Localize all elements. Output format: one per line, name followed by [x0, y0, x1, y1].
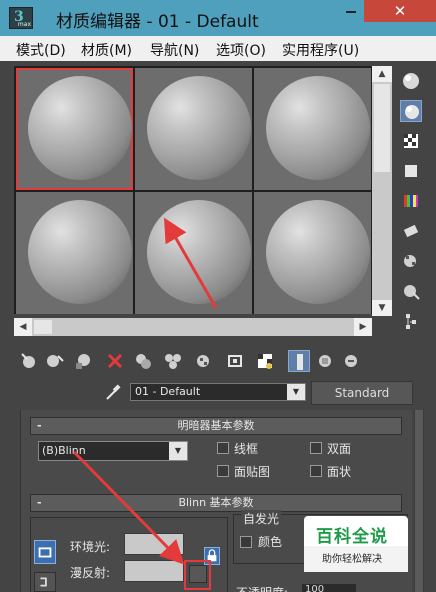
put-to-library-icon[interactable]	[192, 350, 214, 372]
sample-slot-3[interactable]	[254, 68, 371, 190]
material-sphere	[28, 76, 132, 180]
menu-bar: 模式(D) 材质(M) 导航(N) 选项(O) 实用程序(U)	[0, 36, 436, 61]
blinn-basic-params-rollout[interactable]: - Blinn 基本参数	[30, 494, 402, 512]
scroll-thumb[interactable]	[374, 84, 390, 172]
eyedropper-icon[interactable]	[104, 382, 122, 402]
backlight-icon[interactable]	[400, 100, 422, 122]
watermark-title: 百科全说	[316, 527, 388, 547]
scroll-left-icon[interactable]: ◀	[14, 318, 32, 336]
scroll-right-icon[interactable]: ▶	[354, 318, 372, 336]
close-button[interactable]: ✕	[364, 0, 436, 22]
slots-vertical-scrollbar[interactable]: ▲ ▼	[372, 66, 392, 316]
self-illumination-label: 自发光	[241, 510, 282, 527]
go-forward-to-sibling-icon[interactable]	[340, 350, 362, 372]
window-title: 材质编辑器 - 01 - Default	[56, 12, 259, 32]
two-sided-checkbox[interactable]	[310, 442, 322, 454]
chevron-down-icon[interactable]: ▼	[287, 384, 305, 400]
panel-scrollbar[interactable]	[414, 410, 424, 592]
ambient-color-swatch[interactable]	[124, 533, 184, 555]
background-checker-icon[interactable]	[400, 130, 422, 152]
two-sided-label: 双面	[327, 442, 352, 456]
annotation-highlight-box	[184, 560, 211, 590]
opacity-spinner[interactable]: 100	[302, 584, 356, 592]
watermark-logo: 百科全说 助你轻松解决	[304, 516, 408, 572]
sample-slot-2[interactable]	[135, 68, 252, 190]
sample-slot-5[interactable]	[135, 192, 252, 314]
menu-options[interactable]: 选项(O)	[216, 40, 266, 60]
material-type-button[interactable]: Standard	[311, 381, 413, 405]
wireframe-checkbox[interactable]	[217, 442, 229, 454]
sample-uv-tiling-icon[interactable]	[400, 160, 422, 182]
shader-type-dropdown[interactable]: (B)Blinn ▼	[38, 441, 188, 461]
reset-map-icon[interactable]	[104, 350, 126, 372]
sample-slot-4[interactable]	[16, 192, 133, 314]
self-illumination-color-checkbox[interactable]	[240, 536, 252, 548]
sample-type-sphere-icon[interactable]	[400, 70, 422, 92]
rollout-title: 明暗器基本参数	[177, 419, 255, 432]
put-material-to-scene-icon[interactable]	[44, 350, 66, 372]
get-material-icon[interactable]	[18, 350, 40, 372]
select-by-material-icon[interactable]	[400, 280, 422, 302]
app-logo-sub: max	[17, 21, 31, 28]
material-sphere	[147, 76, 251, 180]
ambient-label: 环境光:	[70, 540, 111, 554]
slots-horizontal-scrollbar[interactable]: ◀ ▶	[14, 318, 372, 336]
show-end-result-icon[interactable]	[288, 350, 310, 372]
menu-utilities[interactable]: 实用程序(U)	[282, 40, 359, 60]
material-sphere	[147, 200, 251, 304]
faceted-checkbox[interactable]	[310, 465, 322, 477]
scroll-thumb[interactable]	[415, 410, 423, 592]
minimize-button[interactable]	[338, 0, 364, 22]
assign-material-to-selection-icon[interactable]	[72, 350, 94, 372]
collapse-icon[interactable]: -	[37, 495, 42, 511]
chevron-down-icon[interactable]: ▼	[169, 442, 187, 460]
material-sphere	[266, 200, 370, 304]
shader-basic-params-rollout[interactable]: - 明暗器基本参数	[30, 417, 402, 435]
sample-slot-6[interactable]	[254, 192, 371, 314]
lock-ambient-diffuse-icon[interactable]	[34, 540, 56, 564]
diffuse-color-swatch[interactable]	[124, 560, 184, 582]
options-icon[interactable]	[400, 250, 422, 272]
material-sphere	[28, 200, 132, 304]
copy-material-icon[interactable]	[132, 350, 154, 372]
menu-mode[interactable]: 模式(D)	[16, 40, 66, 60]
material-name-value: 01 - Default	[135, 385, 201, 398]
app-logo-icon[interactable]: 3 max	[9, 7, 33, 29]
sample-slots-grid	[14, 66, 372, 314]
watermark-subtitle: 助你轻松解决	[322, 554, 382, 565]
self-illumination-color-label: 颜色	[258, 535, 283, 549]
wireframe-label: 线框	[234, 442, 259, 456]
make-preview-icon[interactable]	[400, 220, 422, 242]
material-name-field[interactable]: 01 - Default ▼	[130, 383, 306, 401]
material-sphere	[266, 76, 370, 180]
sample-slot-1[interactable]	[16, 68, 133, 190]
material-map-navigator-icon[interactable]	[400, 310, 422, 332]
bottom-toolbar	[18, 350, 363, 374]
lock-diffuse-specular-icon[interactable]	[34, 572, 56, 592]
video-color-check-icon[interactable]	[400, 190, 422, 212]
menu-material[interactable]: 材质(M)	[81, 40, 132, 60]
faceted-label: 面状	[327, 465, 352, 479]
make-unique-icon[interactable]	[162, 350, 184, 372]
scroll-down-icon[interactable]: ▼	[372, 300, 392, 316]
title-bar: 3 max 材质编辑器 - 01 - Default ✕	[0, 0, 436, 36]
go-to-parent-icon[interactable]	[314, 350, 336, 372]
face-map-checkbox[interactable]	[217, 465, 229, 477]
material-id-channel-icon[interactable]	[224, 350, 246, 372]
collapse-icon[interactable]: -	[37, 418, 42, 434]
menu-navigation[interactable]: 导航(N)	[150, 40, 199, 60]
shader-type-value: (B)Blinn	[42, 444, 86, 457]
rollout-title: Blinn 基本参数	[178, 496, 254, 509]
scroll-thumb[interactable]	[34, 320, 52, 334]
opacity-label: 不透明度:	[236, 584, 288, 592]
show-shaded-material-icon[interactable]	[254, 350, 276, 372]
scroll-up-icon[interactable]: ▲	[372, 66, 392, 82]
face-map-label: 面贴图	[234, 465, 271, 479]
diffuse-label: 漫反射:	[70, 566, 111, 580]
